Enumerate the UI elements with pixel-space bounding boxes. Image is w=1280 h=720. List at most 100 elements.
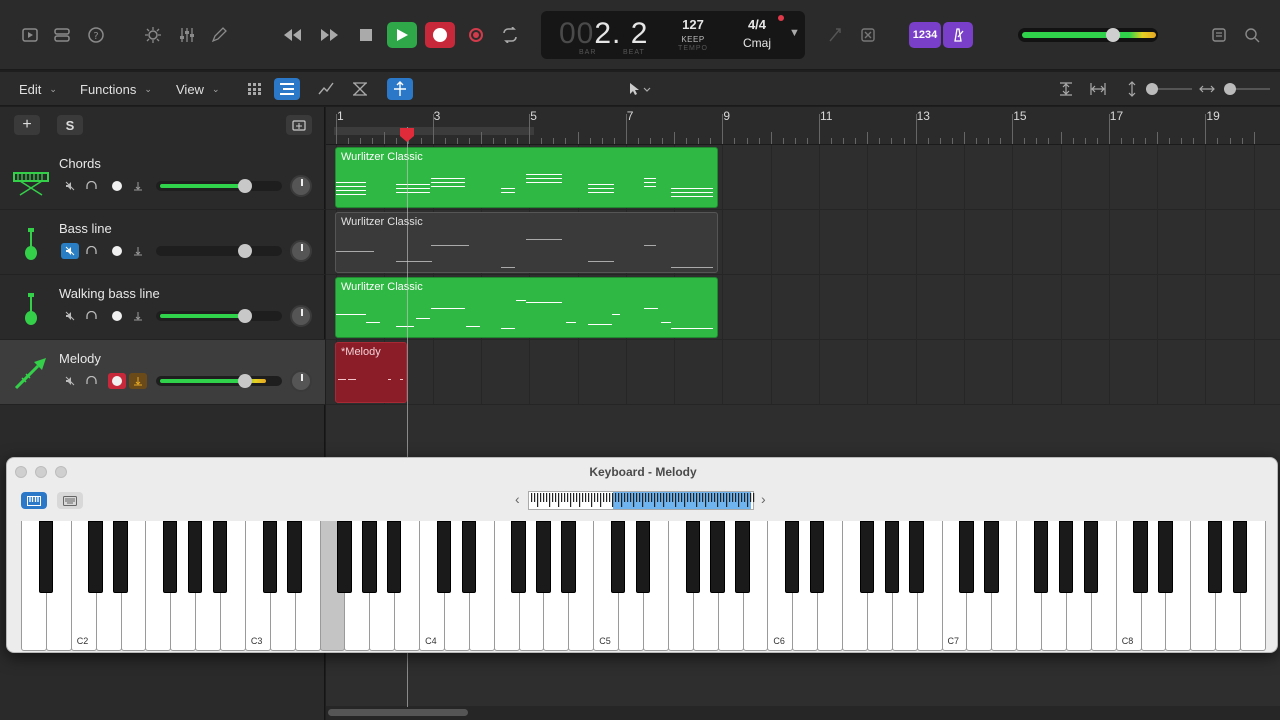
- track-volume-slider[interactable]: [156, 244, 282, 258]
- signature-display[interactable]: 4/4 Cmaj: [737, 17, 777, 50]
- list-view-icon[interactable]: [274, 78, 300, 100]
- black-key[interactable]: [909, 521, 924, 593]
- record-enable-button[interactable]: [108, 373, 126, 389]
- pan-knob[interactable]: [290, 240, 312, 262]
- mute-button[interactable]: [61, 243, 79, 259]
- collapse-tracks-button[interactable]: [286, 115, 312, 135]
- cycle-range-bar[interactable]: [334, 127, 534, 135]
- track-name[interactable]: Chords: [59, 156, 101, 171]
- black-key[interactable]: [212, 521, 228, 593]
- keyboard-mode-button[interactable]: [21, 492, 47, 509]
- solo-button[interactable]: [82, 243, 100, 259]
- mute-button[interactable]: [61, 178, 79, 194]
- fast-forward-button[interactable]: [315, 22, 345, 48]
- black-key[interactable]: [511, 521, 526, 593]
- musical-typing-keyboard-window[interactable]: Keyboard - Melody ‹ › C2 C3 C4 C5 C6 C7 C8: [6, 457, 1278, 653]
- capture-record-button[interactable]: [461, 22, 491, 48]
- lcd-chevron-down-icon[interactable]: ▼: [789, 27, 800, 39]
- stop-button[interactable]: [351, 22, 381, 48]
- input-monitoring-button[interactable]: [129, 178, 147, 194]
- black-key[interactable]: [536, 521, 551, 593]
- region-melody-recording[interactable]: *Melody: [335, 342, 407, 403]
- input-monitoring-button[interactable]: [129, 373, 147, 389]
- black-key[interactable]: [710, 521, 725, 593]
- range-left-chevron-icon[interactable]: ‹: [515, 491, 520, 507]
- view-menu[interactable]: View ⌄: [176, 79, 220, 99]
- black-key[interactable]: [1232, 521, 1248, 593]
- black-key[interactable]: [884, 521, 899, 593]
- tuner-icon[interactable]: [822, 22, 848, 48]
- track-header-walking-bass-line[interactable]: Walking bass line: [0, 275, 325, 340]
- track-header-melody[interactable]: Melody: [0, 340, 325, 405]
- vertical-zoom-slider[interactable]: [1146, 83, 1192, 95]
- black-key[interactable]: [809, 521, 825, 593]
- pan-knob[interactable]: [290, 370, 312, 392]
- region-chords[interactable]: Wurlitzer Classic: [335, 147, 718, 208]
- record-enable-button[interactable]: [108, 308, 126, 324]
- input-monitoring-button[interactable]: [129, 243, 147, 259]
- record-enable-button[interactable]: [108, 178, 126, 194]
- pan-knob[interactable]: [290, 175, 312, 197]
- black-key[interactable]: [1158, 521, 1173, 593]
- master-volume-slider[interactable]: [1018, 28, 1158, 42]
- black-key[interactable]: [1083, 521, 1099, 593]
- tempo-display[interactable]: 127 KEEP TEMPO: [673, 17, 713, 52]
- metronome-button[interactable]: [943, 22, 973, 48]
- fit-vertical-icon[interactable]: [1053, 78, 1079, 100]
- editors-pencil-icon[interactable]: [206, 22, 232, 48]
- add-track-button[interactable]: +: [14, 115, 40, 135]
- black-key[interactable]: [735, 521, 750, 593]
- black-key[interactable]: [436, 521, 452, 593]
- volume-knob[interactable]: [238, 374, 252, 388]
- pan-knob[interactable]: [290, 305, 312, 327]
- track-name[interactable]: Melody: [59, 351, 101, 366]
- mute-button[interactable]: [61, 308, 79, 324]
- rewind-button[interactable]: [277, 22, 307, 48]
- solo-button[interactable]: [82, 373, 100, 389]
- solo-button[interactable]: [82, 178, 100, 194]
- black-key[interactable]: [88, 521, 103, 593]
- mute-button[interactable]: [61, 373, 79, 389]
- black-key[interactable]: [635, 521, 651, 593]
- black-key[interactable]: [386, 521, 402, 593]
- volume-knob[interactable]: [238, 244, 252, 258]
- range-right-chevron-icon[interactable]: ›: [761, 491, 766, 507]
- horizontal-zoom-icon[interactable]: [1194, 78, 1220, 100]
- play-button[interactable]: [387, 22, 417, 48]
- bar-ruler[interactable]: 1 3 5 7 9 11 13 15 17 19: [326, 107, 1280, 145]
- grid-view-icon[interactable]: [242, 78, 268, 100]
- smart-controls-icon[interactable]: [140, 22, 166, 48]
- musical-typing-mode-button[interactable]: [57, 492, 83, 509]
- horizontal-zoom-slider[interactable]: [1224, 83, 1270, 95]
- black-key[interactable]: [461, 521, 477, 593]
- horizontal-scrollbar[interactable]: [326, 706, 1280, 720]
- black-key[interactable]: [113, 521, 128, 593]
- black-key[interactable]: [1133, 521, 1148, 593]
- keyboard-range-navigator[interactable]: [528, 491, 755, 510]
- black-key[interactable]: [163, 521, 178, 593]
- track-volume-slider[interactable]: [156, 374, 282, 388]
- black-key[interactable]: [187, 521, 203, 593]
- mixer-icon[interactable]: [174, 22, 200, 48]
- horizontal-zoom-knob[interactable]: [1224, 83, 1236, 95]
- inspector-icon[interactable]: [49, 22, 75, 48]
- region-walking-bass-line[interactable]: Wurlitzer Classic: [335, 277, 718, 338]
- black-key[interactable]: [38, 521, 54, 593]
- pointer-tool-menu[interactable]: [620, 78, 658, 100]
- black-key[interactable]: [1058, 521, 1074, 593]
- volume-knob[interactable]: [238, 309, 252, 323]
- lane-melody[interactable]: [326, 340, 1280, 405]
- black-key[interactable]: [685, 521, 700, 593]
- automation-icon[interactable]: [313, 78, 339, 100]
- region-bass-line[interactable]: Wurlitzer Classic: [335, 212, 718, 273]
- black-key[interactable]: [262, 521, 277, 593]
- black-key[interactable]: [859, 521, 875, 593]
- black-key[interactable]: [362, 521, 377, 593]
- black-key[interactable]: [959, 521, 974, 593]
- replace-mode-icon[interactable]: [855, 22, 881, 48]
- record-button[interactable]: [425, 22, 455, 48]
- track-header-bass-line[interactable]: Bass line: [0, 210, 325, 275]
- volume-knob[interactable]: [238, 179, 252, 193]
- track-name[interactable]: Bass line: [59, 221, 112, 236]
- quick-help-icon[interactable]: ?: [83, 22, 109, 48]
